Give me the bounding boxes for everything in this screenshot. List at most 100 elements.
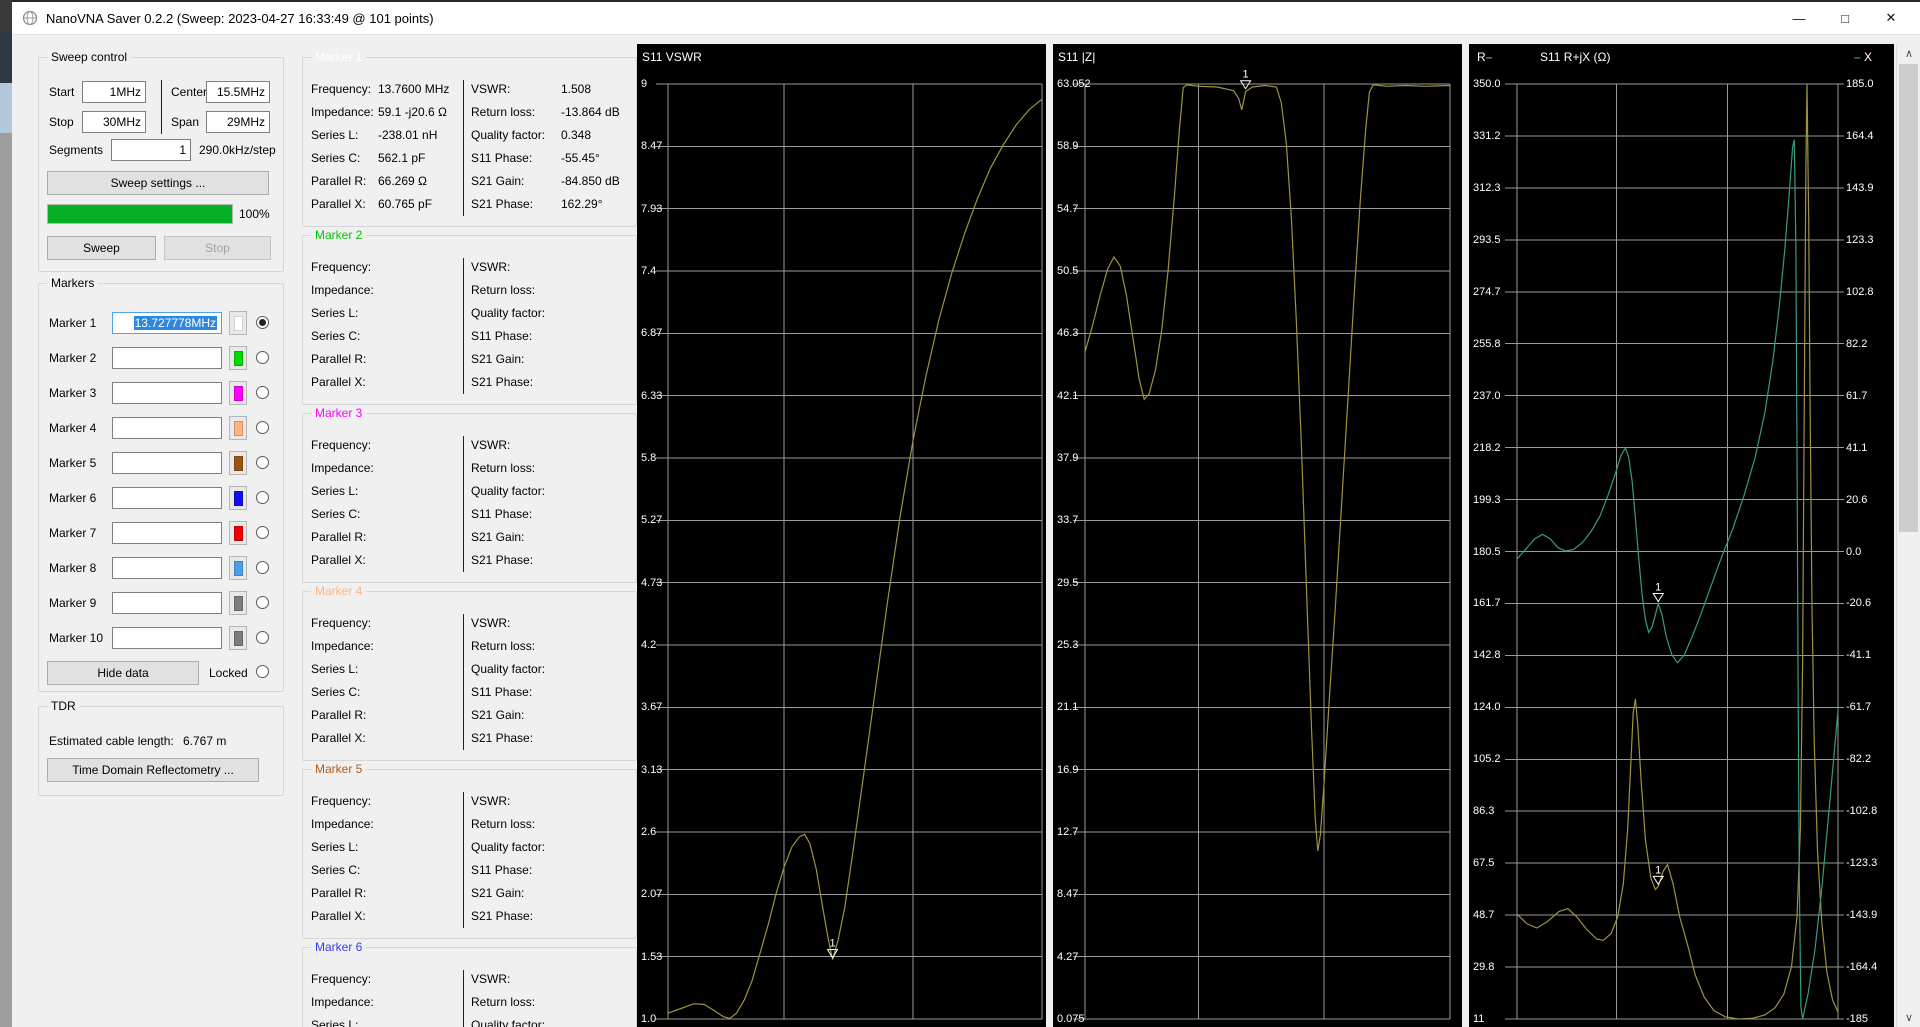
marker-color-swatch[interactable] <box>229 486 247 510</box>
marker-select-radio[interactable] <box>256 596 269 609</box>
center-input[interactable]: 15.5MHz <box>206 81 270 103</box>
field-label: Parallel R: <box>311 174 367 188</box>
marker-data-box-title: Marker 2 <box>311 228 367 243</box>
marker-select-radio[interactable] <box>256 526 269 539</box>
chart-marker-label: 1 <box>829 938 835 950</box>
field-label: Parallel X: <box>311 375 366 389</box>
minimize-button[interactable]: — <box>1776 2 1822 34</box>
chart-1-plot[interactable]: 1 <box>637 44 1046 1027</box>
span-input[interactable]: 29MHz <box>206 111 270 133</box>
marker-data-box-title: Marker 5 <box>311 762 367 777</box>
marker-select-radio[interactable] <box>256 631 269 644</box>
field-label: Frequency: <box>311 82 372 96</box>
segments-input[interactable]: 1 <box>111 139 191 161</box>
y-axis-tick-label: 199.3 <box>1473 493 1501 506</box>
marker-color-swatch[interactable] <box>229 381 247 405</box>
scroll-up-icon[interactable]: ∧ <box>1897 44 1920 63</box>
y-axis-tick-label: 48.7 <box>1473 909 1495 922</box>
step-size-text: 290.0kHz/step <box>199 143 276 157</box>
field-label: Quality factor: <box>471 128 546 142</box>
chart-2-canvas: 1 63.052 58.9 54.7 50.5 46.3 42.1 37.9 33.7 29.5 2… <box>1053 44 1462 1027</box>
scroll-down-icon[interactable]: ∨ <box>1897 1008 1920 1027</box>
y-axis-tick-label: 142.8 <box>1473 649 1501 662</box>
field-label: VSWR: <box>471 260 511 274</box>
stop-button[interactable]: Stop <box>164 236 271 260</box>
marker-frequency-input[interactable] <box>112 627 222 649</box>
start-input[interactable]: 1MHz <box>82 81 146 103</box>
field-label: Series L: <box>311 484 359 498</box>
marker-color <box>233 630 243 646</box>
marker-data-box-title: Marker 3 <box>311 406 367 421</box>
chart-3-canvas: 1 1 350.0 331.2 312.3 293.5 274.7 255.8 237.0 218… <box>1469 44 1894 1027</box>
y-axis-tick-label: 237.0 <box>1473 389 1501 402</box>
marker-select-radio[interactable] <box>256 386 269 399</box>
marker-color-swatch[interactable] <box>229 416 247 440</box>
marker-color-swatch[interactable] <box>229 556 247 580</box>
y-axis-tick-label: 5.8 <box>641 452 657 464</box>
marker-frequency-input[interactable] <box>112 347 222 369</box>
y-axis-right-tick-label: 143.9 <box>1846 181 1874 194</box>
marker-frequency-input[interactable] <box>112 557 222 579</box>
field-label: S21 Gain: <box>471 530 525 544</box>
marker-frequency-input[interactable]: 13.727778MHz <box>112 312 222 334</box>
marker-color-swatch[interactable] <box>229 521 247 545</box>
sweep-settings-button[interactable]: Sweep settings ... <box>47 171 269 195</box>
field-label: VSWR: <box>471 616 511 630</box>
field-label: Series C: <box>311 507 361 521</box>
marker-select-radio[interactable] <box>256 561 269 574</box>
y-axis-tick-label: 1.53 <box>641 950 663 963</box>
marker-frequency-input[interactable] <box>112 417 222 439</box>
marker-data-box-title: Marker 4 <box>311 584 367 599</box>
marker-color-swatch[interactable] <box>229 626 247 650</box>
chart-marker-label: 1 <box>1655 582 1661 594</box>
marker-color-swatch[interactable] <box>229 346 247 370</box>
tdr-button[interactable]: Time Domain Reflectometry ... <box>47 758 259 782</box>
chart-marker-icon <box>1239 80 1252 90</box>
marker-frequency-input[interactable] <box>112 487 222 509</box>
y-axis-right-tick-label: 185.0 <box>1846 78 1874 90</box>
background-window-edge <box>0 0 12 32</box>
background-window-edge <box>0 83 12 133</box>
marker-select-radio[interactable] <box>256 316 269 329</box>
legend-left-name: R <box>1477 50 1486 64</box>
field-label: S21 Gain: <box>471 352 525 366</box>
scrollbar[interactable]: ∧ ∨ <box>1896 44 1920 1027</box>
marker-color <box>233 490 243 506</box>
field-value: 0.348 <box>561 128 592 142</box>
marker-frequency-input[interactable] <box>112 592 222 614</box>
marker-frequency-input[interactable] <box>112 382 222 404</box>
y-axis-tick-label: 4.2 <box>641 639 657 651</box>
field-label: S21 Phase: <box>471 197 534 211</box>
hide-data-button[interactable]: Hide data <box>47 661 199 685</box>
marker-frequency-input[interactable] <box>112 522 222 544</box>
field-label: Frequency: <box>311 260 372 274</box>
marker-row-label: Marker 3 <box>49 386 97 400</box>
chart-3-plot[interactable]: 11 <box>1469 44 1894 1027</box>
markers-group: Markers Hide data Locked Marker 1 13.7277… <box>38 276 284 692</box>
maximize-button[interactable]: □ <box>1822 2 1868 34</box>
marker-data-box: Marker 5 Frequency: VSWR: Impedance: Return … <box>302 762 637 939</box>
field-label: Parallel R: <box>311 886 367 900</box>
scrollbar-thumb[interactable] <box>1899 64 1918 532</box>
stop-input[interactable]: 30MHz <box>82 111 146 133</box>
sweep-button[interactable]: Sweep <box>47 236 156 260</box>
progress-fill <box>48 205 232 223</box>
y-axis-tick-label: 50.5 <box>1057 265 1079 277</box>
y-axis-right-tick-label: -185 <box>1846 1013 1869 1025</box>
close-button[interactable]: ✕ <box>1868 2 1914 34</box>
marker-row-label: Marker 8 <box>49 561 97 575</box>
y-axis-tick-label: 312.3 <box>1473 181 1501 194</box>
marker-frequency-input[interactable] <box>112 452 222 474</box>
locked-radio[interactable] <box>256 665 269 678</box>
field-label: S21 Gain: <box>471 174 525 188</box>
y-axis-tick-label: 331.2 <box>1473 129 1501 142</box>
marker-color-swatch[interactable] <box>229 591 247 615</box>
marker-select-radio[interactable] <box>256 351 269 364</box>
marker-color <box>233 315 243 331</box>
marker-select-radio[interactable] <box>256 456 269 469</box>
marker-select-radio[interactable] <box>256 421 269 434</box>
marker-color-swatch[interactable] <box>229 311 247 335</box>
marker-select-radio[interactable] <box>256 491 269 504</box>
chart-2-plot[interactable]: 1 <box>1053 44 1462 1027</box>
marker-color-swatch[interactable] <box>229 451 247 475</box>
